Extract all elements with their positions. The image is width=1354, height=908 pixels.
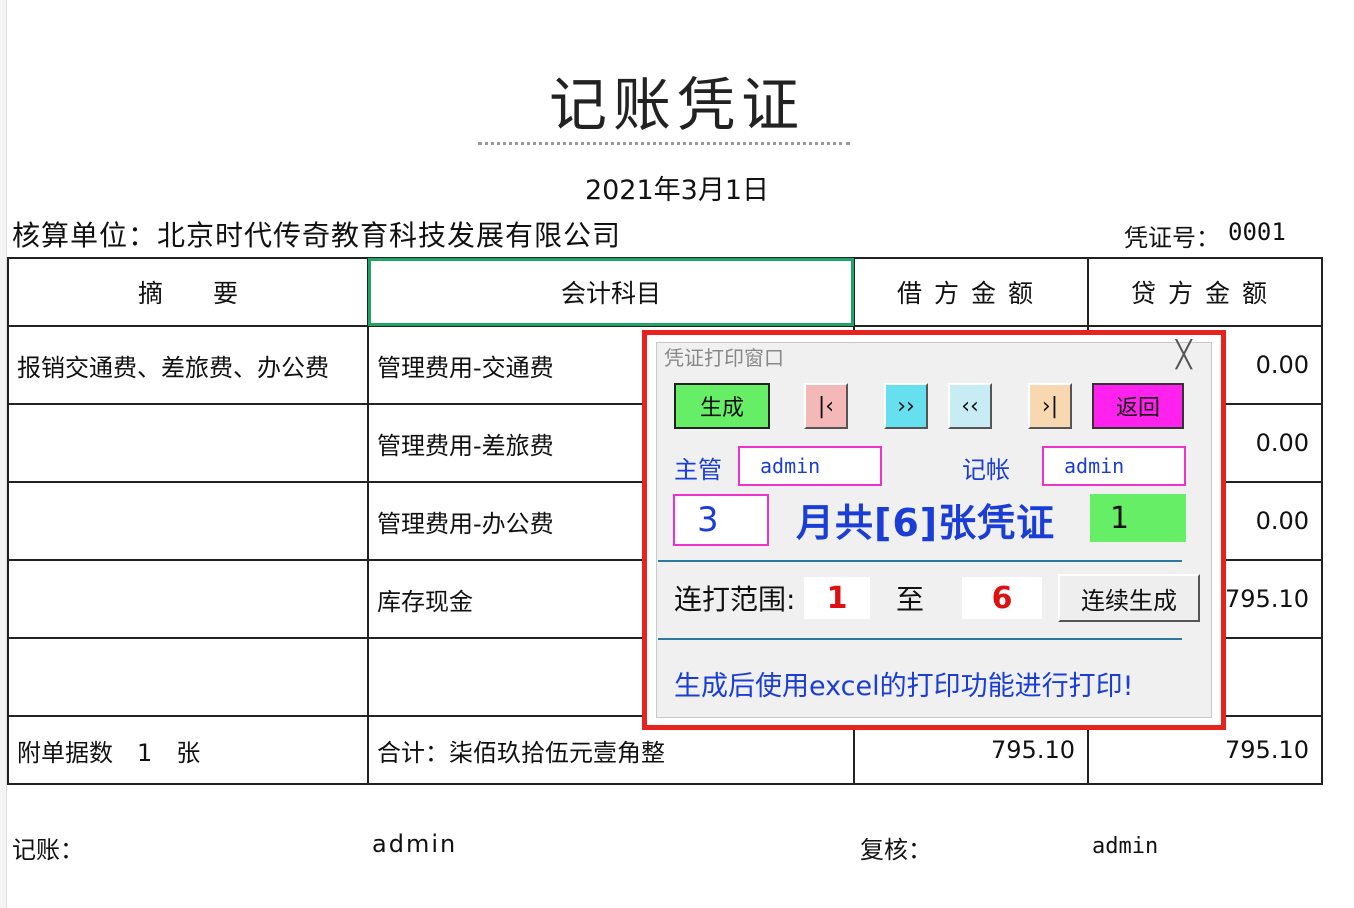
- voucher-count-text: 月共[6]张凭证: [796, 501, 1056, 545]
- bookkeeper-value: admin: [372, 830, 458, 858]
- close-icon[interactable]: ╳: [1176, 340, 1192, 370]
- range-label: 连打范围:: [674, 583, 796, 616]
- divider: [658, 638, 1182, 640]
- print-hint: 生成后使用excel的打印功能进行打印!: [674, 671, 1134, 702]
- divider: [658, 560, 1182, 562]
- attachments-count[interactable]: 附单据数 1 张: [7, 715, 369, 785]
- range-from-field[interactable]: 1: [804, 577, 870, 619]
- range-to-label: 至: [896, 583, 925, 616]
- reviewer-label: 复核：: [860, 836, 932, 864]
- column-header-credit[interactable]: 贷方金额: [1087, 257, 1323, 327]
- column-header-account[interactable]: 会计科目: [367, 257, 855, 327]
- voucher-date: 2021年3月1日: [584, 175, 770, 206]
- reviewer-value: admin: [1092, 834, 1159, 859]
- current-voucher-field[interactable]: 1: [1090, 494, 1186, 542]
- batch-generate-button[interactable]: 连续生成: [1058, 574, 1200, 622]
- bookkeeper-field-label: 记帐: [962, 456, 1010, 484]
- supervisor-field[interactable]: admin: [738, 446, 882, 486]
- cell-summary[interactable]: 报销交通费、差旅费、办公费: [7, 325, 369, 405]
- supervisor-label: 主管: [674, 456, 722, 484]
- voucher-title: 记账凭证: [548, 71, 805, 139]
- return-button[interactable]: 返回: [1092, 383, 1184, 429]
- next-page-button[interactable]: ››: [884, 383, 928, 429]
- voucher-number-label: 凭证号：: [1124, 224, 1220, 252]
- month-field[interactable]: 3: [673, 494, 769, 546]
- range-to-field[interactable]: 6: [962, 577, 1042, 619]
- dialog-title: 凭证打印窗口: [664, 346, 784, 370]
- voucher-number: 0001: [1228, 218, 1286, 246]
- bookkeeper-label: 记账：: [12, 836, 84, 864]
- title-underline: [478, 142, 850, 145]
- accounting-unit: 核算单位：北京时代传奇教育科技发展有限公司: [12, 219, 622, 252]
- table-header-row: 摘 要 会计科目 借方金额 贷方金额: [7, 257, 1323, 327]
- cell-summary[interactable]: [7, 403, 369, 483]
- first-page-button[interactable]: |‹: [804, 383, 848, 429]
- cell-summary[interactable]: [7, 559, 369, 639]
- last-page-button[interactable]: ›|: [1028, 383, 1072, 429]
- previous-page-button[interactable]: ‹‹: [948, 383, 992, 429]
- generate-button[interactable]: 生成: [674, 383, 770, 429]
- column-header-summary[interactable]: 摘 要: [7, 257, 369, 327]
- column-header-debit[interactable]: 借方金额: [853, 257, 1089, 327]
- cell-summary[interactable]: [7, 637, 369, 717]
- bookkeeper-field[interactable]: admin: [1042, 446, 1186, 486]
- cell-summary[interactable]: [7, 481, 369, 561]
